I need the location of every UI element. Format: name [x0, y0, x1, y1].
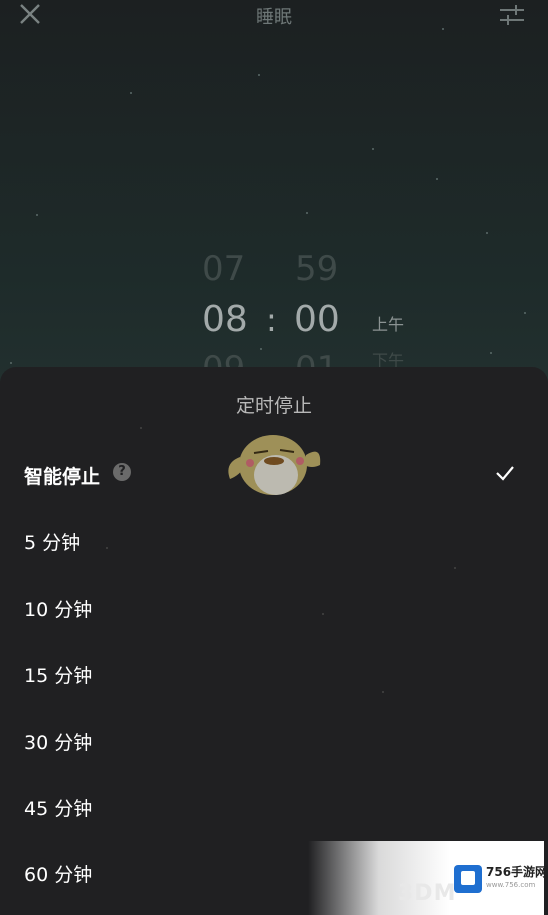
star: [454, 567, 456, 569]
star: [490, 352, 492, 354]
watermark-overlay-text: 3DM: [398, 881, 457, 906]
option-30-minutes[interactable]: 30 分钟: [0, 708, 548, 774]
star: [382, 691, 384, 693]
watermark-url: www.756.com: [486, 881, 536, 889]
watermark-logo-icon: [454, 865, 482, 893]
time-separator: :: [266, 301, 277, 339]
star: [106, 547, 108, 549]
option-label: 5 分钟: [24, 532, 81, 554]
sheet-title: 定时停止: [235, 395, 312, 417]
option-label: 30 分钟: [24, 732, 93, 754]
prev-hour: 07: [202, 249, 246, 289]
star: [130, 92, 132, 94]
option-label: 智能停止: [24, 466, 101, 488]
option-smart-stop[interactable]: 智能停止 ?: [0, 442, 548, 508]
help-icon[interactable]: ?: [113, 463, 131, 481]
option-5-minutes[interactable]: 5 分钟: [0, 508, 548, 574]
option-label: 15 分钟: [24, 665, 93, 687]
time-picker[interactable]: 07 59 08 : 00 上午 09 01 下午: [180, 245, 440, 389]
star: [486, 232, 488, 234]
star: [10, 362, 12, 364]
option-15-minutes[interactable]: 15 分钟: [0, 641, 548, 707]
star: [322, 613, 324, 615]
option-10-minutes[interactable]: 10 分钟: [0, 575, 548, 641]
settings-button[interactable]: [498, 2, 526, 28]
option-label: 10 分钟: [24, 599, 93, 621]
star: [306, 212, 308, 214]
hour-value[interactable]: 08: [202, 299, 248, 340]
tune-icon: [500, 5, 524, 25]
option-label: 45 分钟: [24, 798, 93, 820]
top-bar: 睡眠: [0, 0, 548, 30]
watermark-brand: 756手游网: [486, 865, 548, 879]
site-watermark: 3DM 756手游网 www.756.com: [308, 841, 548, 915]
minute-value[interactable]: 00: [294, 299, 340, 340]
prev-minute: 59: [295, 249, 339, 289]
option-45-minutes[interactable]: 45 分钟: [0, 774, 548, 840]
star: [36, 214, 38, 216]
check-icon: [496, 466, 514, 481]
star: [436, 178, 438, 180]
star: [258, 74, 260, 76]
period-value[interactable]: 上午: [372, 311, 404, 335]
option-label: 60 分钟: [24, 864, 93, 886]
timer-stop-sheet: 定时停止 智能停止 ? 5 分钟 10 分钟 15 分钟 30 分钟 45 分钟…: [0, 367, 548, 915]
star: [524, 312, 526, 314]
star: [372, 148, 374, 150]
page-title: 睡眠: [256, 7, 292, 28]
star: [140, 427, 142, 429]
